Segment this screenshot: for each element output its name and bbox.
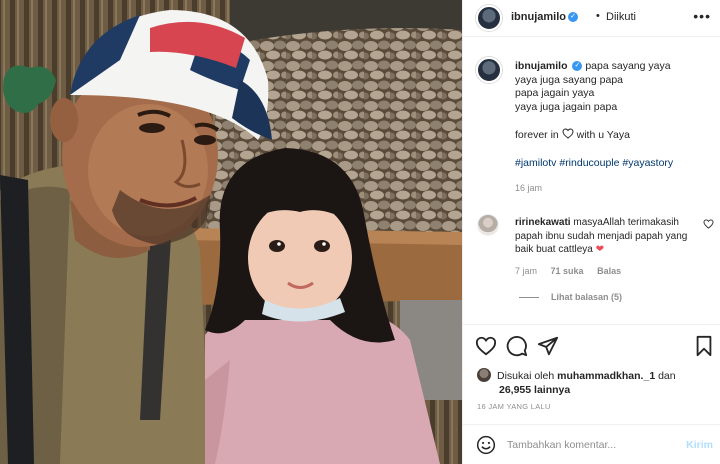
caption-username-link[interactable]: ibnujamilo <box>515 60 568 72</box>
verified-icon: ✓ <box>572 61 583 72</box>
heart-outline-icon <box>562 128 574 139</box>
add-comment-input[interactable]: Tambahkan komentar... <box>507 439 616 451</box>
view-replies-button[interactable]: Lihat balasan (5) <box>519 292 622 302</box>
red-heart-emoji: ❤ <box>595 244 604 255</box>
following-button[interactable]: Diikuti <box>606 11 636 23</box>
share-icon[interactable] <box>537 335 559 357</box>
more-options-icon[interactable]: ••• <box>693 8 711 24</box>
likes-summary: Disukai oleh muhammadkhan._1 dan 26,955 … <box>477 368 717 397</box>
post-side-panel: ibnujamilo ✓ • Diikuti ••• ibnujamilo ✓ p… <box>462 0 720 464</box>
like-heart-icon[interactable] <box>475 335 497 357</box>
action-bar <box>463 324 720 362</box>
caption-line: yaya juga jagain papa <box>515 100 618 113</box>
liker-username-link[interactable]: muhammadkhan._1 <box>557 370 655 382</box>
comment-timestamp[interactable]: 7 jam <box>515 266 537 276</box>
replies-divider <box>519 297 539 299</box>
caption-forever-line: forever in with u Yaya <box>515 128 630 141</box>
emoji-icon[interactable] <box>476 435 496 455</box>
comment-likes-count[interactable]: 71 suka <box>551 266 584 276</box>
caption-line: papa jagain yaya <box>515 87 595 99</box>
add-comment-bar: Tambahkan komentar... Kirim <box>463 424 720 464</box>
caption-line: yaya juga sayang papa <box>515 73 623 86</box>
post-photo[interactable] <box>0 0 462 464</box>
comment-like-heart-icon[interactable] <box>703 219 714 229</box>
caption: ibnujamilo ✓ papa sayang yaya yaya juga … <box>515 60 715 170</box>
likes-count-link[interactable]: 26,955 <box>499 384 531 396</box>
post-image <box>0 0 462 464</box>
post-comment-button[interactable]: Kirim <box>686 439 713 451</box>
author-username-link[interactable]: ibnujamilo ✓ <box>511 11 578 23</box>
caption-timestamp[interactable]: 16 jam <box>515 183 542 193</box>
comment-body: ririnekawati masyaAllah terimakasih papa… <box>515 216 700 257</box>
comment-icon[interactable] <box>506 335 528 357</box>
reply-button[interactable]: Balas <box>597 266 621 276</box>
post-header: ibnujamilo ✓ • Diikuti ••• <box>463 0 720 37</box>
comment-meta: 7 jam 71 suka Balas <box>515 266 632 276</box>
comments-scroll-area[interactable]: ibnujamilo ✓ papa sayang yaya yaya juga … <box>463 38 720 316</box>
caption-hashtags[interactable]: #jamilotv #rinducouple #yayastory <box>515 157 715 171</box>
bookmark-icon[interactable] <box>693 335 715 357</box>
commenter-avatar[interactable] <box>477 214 499 236</box>
caption-author-avatar[interactable] <box>476 57 502 83</box>
caption-line: papa sayang yaya <box>585 60 671 72</box>
liker-avatar[interactable] <box>477 368 491 382</box>
separator-dot: • <box>596 10 600 22</box>
post-date[interactable]: 16 JAM YANG LALU <box>477 402 551 411</box>
author-avatar[interactable] <box>476 5 502 31</box>
commenter-username-link[interactable]: ririnekawati <box>515 217 571 228</box>
verified-icon: ✓ <box>568 12 578 23</box>
